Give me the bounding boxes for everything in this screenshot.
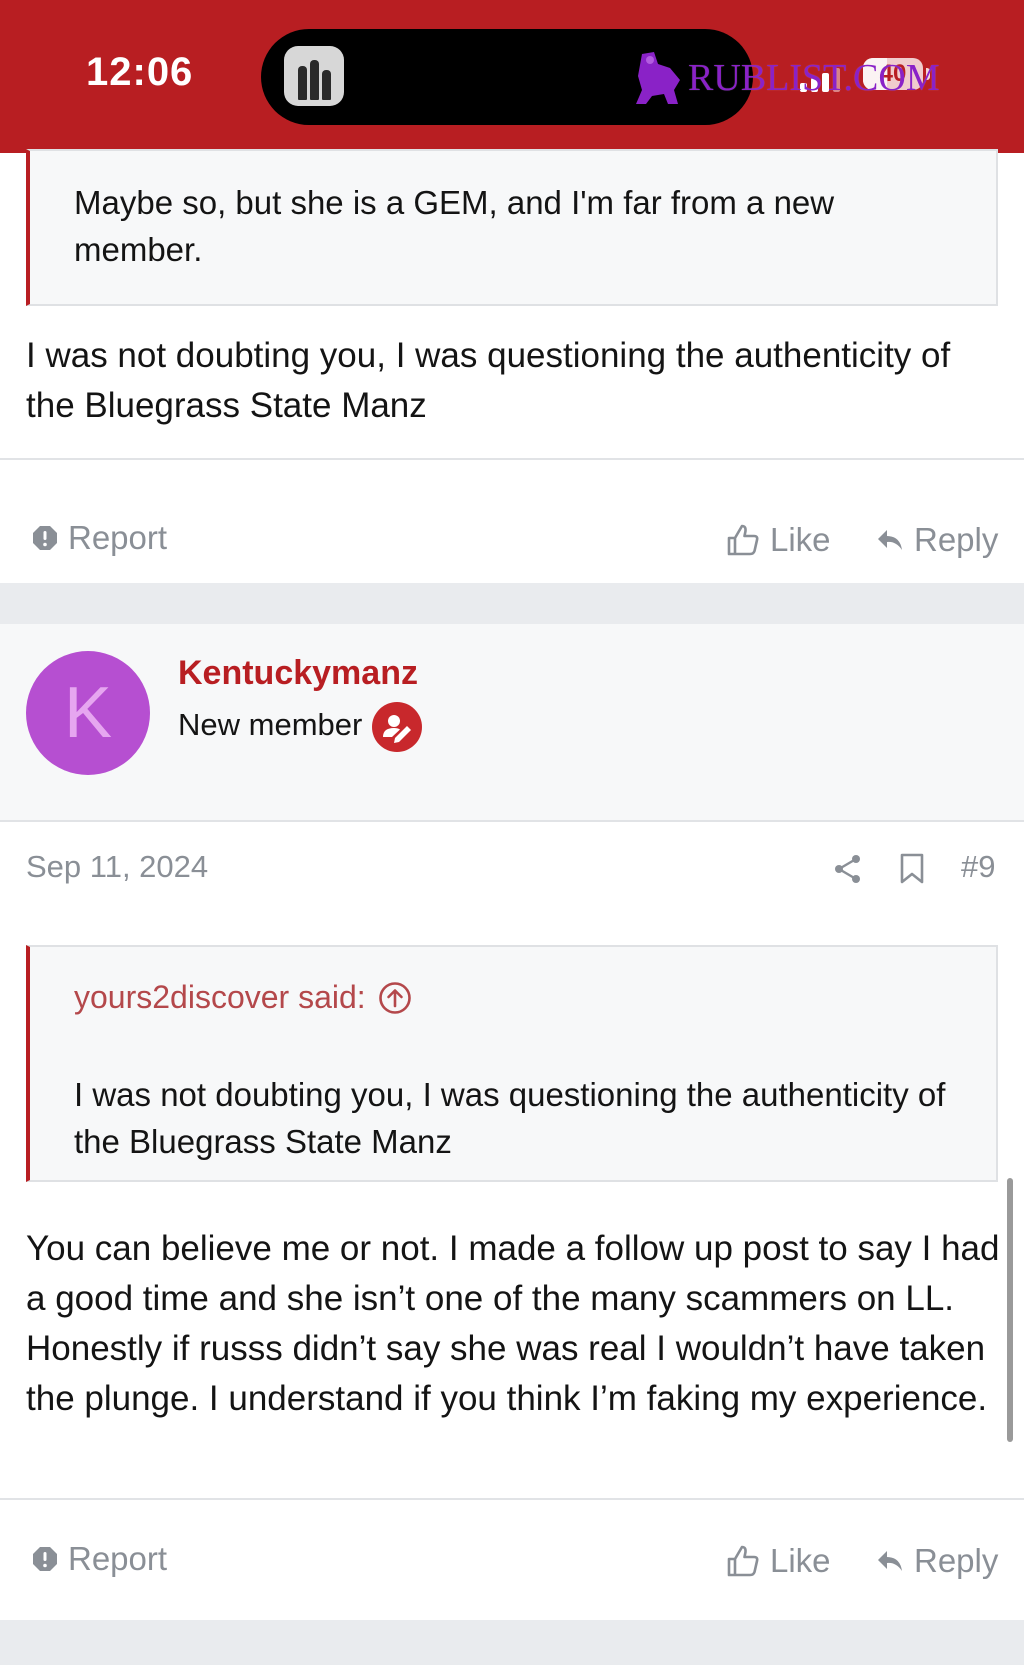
quote-text: I was not doubting you, I was questionin… (74, 1076, 946, 1160)
post-actions: Report Like Reply (0, 1540, 1024, 1600)
arrow-up-circle-icon[interactable] (378, 981, 412, 1015)
rublist-watermark: RUBLIST.COM (634, 50, 940, 106)
reply-arrow-icon (878, 530, 902, 550)
now-playing-thumbnail[interactable] (284, 46, 344, 106)
report-label: Report (68, 1540, 168, 1577)
like-label: Like (770, 521, 831, 558)
post-previous: Maybe so, but she is a GEM, and I'm far … (0, 149, 1024, 583)
divider (0, 1498, 1024, 1500)
report-icon (33, 1547, 57, 1571)
blockquote: yours2discover said: I was not doubting … (26, 945, 998, 1182)
like-button[interactable]: Like (726, 521, 831, 559)
post-user-header: K Kentuckymanz New member (0, 624, 1024, 820)
quote-author-label: yours2discover said: (74, 979, 366, 1015)
reply-button[interactable]: Reply (876, 521, 998, 559)
post-body: I was not doubting you, I was questionin… (26, 336, 951, 425)
avatar[interactable]: K (26, 651, 150, 775)
watermark-text: RUBLIST.COM (688, 57, 940, 99)
report-button[interactable]: Report (32, 1540, 167, 1578)
reply-button[interactable]: Reply (876, 1542, 998, 1580)
reply-label: Reply (914, 521, 999, 558)
post-date[interactable]: Sep 11, 2024 (26, 849, 208, 885)
status-bar: 12:06 40 RUBLIST.COM (0, 0, 1024, 153)
scrollbar[interactable] (1007, 1178, 1013, 1442)
username-link[interactable]: Kentuckymanz (178, 654, 418, 693)
divider (0, 820, 1024, 822)
thumbs-up-icon (727, 1545, 759, 1577)
post: K Kentuckymanz New member Sep 11, 2024 #… (0, 624, 1024, 1620)
report-button[interactable]: Report (32, 519, 167, 557)
post-number-link[interactable]: #9 (961, 849, 995, 885)
share-icon[interactable] (834, 854, 862, 884)
reply-label: Reply (914, 1542, 999, 1579)
post-actions: Report Like Reply (0, 519, 1024, 579)
quote-attribution[interactable]: yours2discover said: (74, 979, 412, 1016)
blockquote: Maybe so, but she is a GEM, and I'm far … (26, 149, 998, 306)
quote-text: Maybe so, but she is a GEM, and I'm far … (74, 184, 835, 268)
user-title: New member (178, 707, 363, 742)
divider (0, 458, 1024, 460)
user-pen-icon (372, 702, 422, 752)
bookmark-icon[interactable] (899, 853, 925, 885)
like-button[interactable]: Like (726, 1542, 831, 1580)
status-time: 12:06 (86, 50, 194, 94)
report-icon (33, 526, 57, 550)
watermark-logo-icon (634, 50, 684, 106)
like-label: Like (770, 1542, 831, 1579)
post-body: You can believe me or not. I made a foll… (26, 1229, 1000, 1418)
thumbs-up-icon (727, 524, 759, 556)
reply-arrow-icon (878, 1551, 902, 1571)
report-label: Report (68, 519, 168, 556)
